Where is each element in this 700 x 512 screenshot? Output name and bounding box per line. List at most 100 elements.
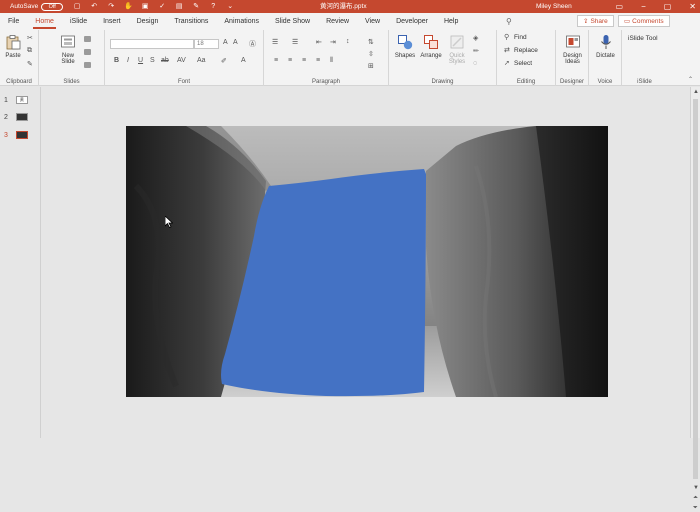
tab-developer[interactable]: Developer: [388, 13, 436, 30]
underline-icon[interactable]: U: [138, 57, 143, 64]
save-icon[interactable]: ▢: [73, 3, 81, 11]
font-size-field[interactable]: 18: [194, 39, 219, 49]
previous-slide-icon[interactable]: ⏶: [693, 495, 698, 502]
align-left-icon[interactable]: ≡: [274, 57, 278, 64]
pane-divider[interactable]: [40, 87, 41, 438]
design-ideas-label-2: Ideas: [565, 59, 580, 65]
bold-icon[interactable]: B: [114, 57, 119, 64]
user-name[interactable]: Miley Sheen: [536, 0, 572, 13]
strikethrough-icon[interactable]: ab: [161, 57, 169, 64]
tab-review[interactable]: Review: [318, 13, 357, 30]
comments-button[interactable]: ▭ Comments: [618, 15, 670, 27]
quick-styles-icon: [450, 35, 464, 49]
close-icon[interactable]: ✕: [689, 0, 696, 13]
maximize-icon[interactable]: ▢: [664, 0, 672, 13]
cut-icon[interactable]: ✂: [27, 34, 33, 42]
new-slide-label-2: Slide: [61, 59, 75, 65]
decrease-indent-icon[interactable]: ⇤: [316, 38, 322, 46]
arrange-button[interactable]: Arrange: [418, 34, 444, 59]
document-title: 黄河的瀑布.pptx: [320, 3, 367, 10]
clear-format-icon[interactable]: Ⓐ: [249, 39, 256, 49]
increase-indent-icon[interactable]: ⇥: [330, 38, 336, 46]
tab-help[interactable]: Help: [436, 13, 466, 30]
mouse-cursor-icon: [165, 216, 173, 228]
quick-styles-button[interactable]: Quick Styles: [445, 34, 469, 65]
new-slide-button[interactable]: New Slide: [56, 34, 80, 65]
slide-thumbnail-1[interactable]: 1 黄: [4, 94, 34, 106]
clipboard-icon[interactable]: ▤: [175, 3, 183, 11]
scroll-thumb[interactable]: [693, 99, 698, 479]
columns-icon[interactable]: ⫴: [330, 57, 333, 65]
scroll-down-icon[interactable]: ▼: [693, 485, 699, 491]
next-slide-icon[interactable]: ⏷: [693, 505, 698, 512]
font-color-icon[interactable]: A: [241, 57, 246, 64]
customize-qat-icon[interactable]: ⌄: [226, 3, 234, 11]
shapes-button[interactable]: Shapes: [393, 34, 417, 59]
tab-transitions[interactable]: Transitions: [166, 13, 216, 30]
change-case-icon[interactable]: Aa: [197, 57, 206, 64]
islide-group-label: iSlide: [637, 79, 652, 85]
tab-design[interactable]: Design: [129, 13, 167, 30]
paste-button[interactable]: Paste: [4, 34, 22, 59]
increase-font-icon[interactable]: A: [223, 39, 228, 46]
design-ideas-button[interactable]: Design Ideas: [559, 34, 586, 65]
shape-fill-icon[interactable]: ◈: [473, 34, 478, 42]
shape-effects-icon[interactable]: ◌: [473, 60, 477, 67]
minimize-icon[interactable]: −: [641, 0, 646, 13]
slide-thumbnails-pane: 1 黄 2 3: [0, 87, 40, 438]
shadow-icon[interactable]: S: [150, 57, 155, 64]
find-button[interactable]: Find: [514, 34, 527, 41]
shape-outline-icon[interactable]: ✏: [473, 47, 479, 55]
copy-icon[interactable]: ⧉: [27, 47, 32, 55]
format-painter-icon[interactable]: ✎: [192, 3, 200, 11]
section-icon[interactable]: [84, 62, 91, 68]
tab-insert[interactable]: Insert: [95, 13, 129, 30]
decrease-font-icon[interactable]: A: [233, 39, 238, 46]
smartart-icon[interactable]: ⊞: [368, 62, 374, 70]
tab-islide[interactable]: iSlide: [62, 13, 95, 30]
tab-home[interactable]: Home: [27, 13, 62, 30]
slide-preview: 黄: [15, 96, 28, 104]
vertical-scrollbar[interactable]: ▲ ▼ ⏶ ⏷: [690, 87, 700, 511]
tab-view[interactable]: View: [357, 13, 388, 30]
align-right-icon[interactable]: ≡: [302, 57, 306, 64]
highlight-icon[interactable]: ✐: [221, 57, 227, 65]
from-beginning-icon[interactable]: ▣: [141, 3, 149, 11]
replace-button[interactable]: Replace: [514, 47, 538, 54]
layout-icon[interactable]: [84, 36, 91, 42]
italic-icon[interactable]: I: [127, 57, 129, 64]
justify-icon[interactable]: ≡: [316, 57, 320, 64]
spelling-icon[interactable]: ✓: [158, 3, 166, 11]
select-button[interactable]: Select: [514, 60, 532, 67]
tab-animations[interactable]: Animations: [216, 13, 267, 30]
help-icon[interactable]: ?: [209, 3, 217, 11]
touch-mode-icon[interactable]: ✋: [124, 3, 133, 11]
tab-file[interactable]: File: [0, 13, 27, 30]
slide-canvas[interactable]: [126, 126, 608, 397]
collapse-ribbon-icon[interactable]: ⌃: [688, 76, 693, 83]
text-direction-icon[interactable]: ⇅: [368, 38, 374, 46]
lightbulb-icon[interactable]: ⚲: [506, 13, 512, 30]
format-painter-icon[interactable]: ✎: [27, 60, 33, 68]
font-name-field[interactable]: [110, 39, 194, 49]
slide-thumbnail-3[interactable]: 3: [4, 129, 34, 141]
dictate-button[interactable]: Dictate: [592, 34, 619, 59]
share-button[interactable]: ⇪ Share: [577, 15, 614, 27]
align-text-icon[interactable]: ⇳: [368, 50, 374, 58]
bullets-icon[interactable]: ☰: [272, 38, 278, 46]
undo-icon[interactable]: ↶: [90, 3, 98, 11]
reset-icon[interactable]: [84, 49, 91, 55]
islide-tool-button[interactable]: iSlide Tool: [628, 35, 658, 42]
ribbon-display-icon[interactable]: ▭: [616, 0, 624, 13]
slide-thumbnail-2[interactable]: 2: [4, 111, 34, 123]
autosave-toggle[interactable]: Off: [41, 2, 64, 11]
align-center-icon[interactable]: ≡: [288, 57, 292, 64]
redo-icon[interactable]: ↷: [107, 3, 115, 11]
line-spacing-icon[interactable]: ↕: [346, 38, 350, 45]
char-spacing-icon[interactable]: AV: [177, 57, 186, 64]
tab-slide-show[interactable]: Slide Show: [267, 13, 318, 30]
comment-icon: ▭: [624, 18, 631, 25]
numbering-icon[interactable]: ☰: [292, 38, 298, 46]
slide-number: 1: [4, 96, 8, 104]
scroll-up-icon[interactable]: ▲: [693, 89, 699, 95]
